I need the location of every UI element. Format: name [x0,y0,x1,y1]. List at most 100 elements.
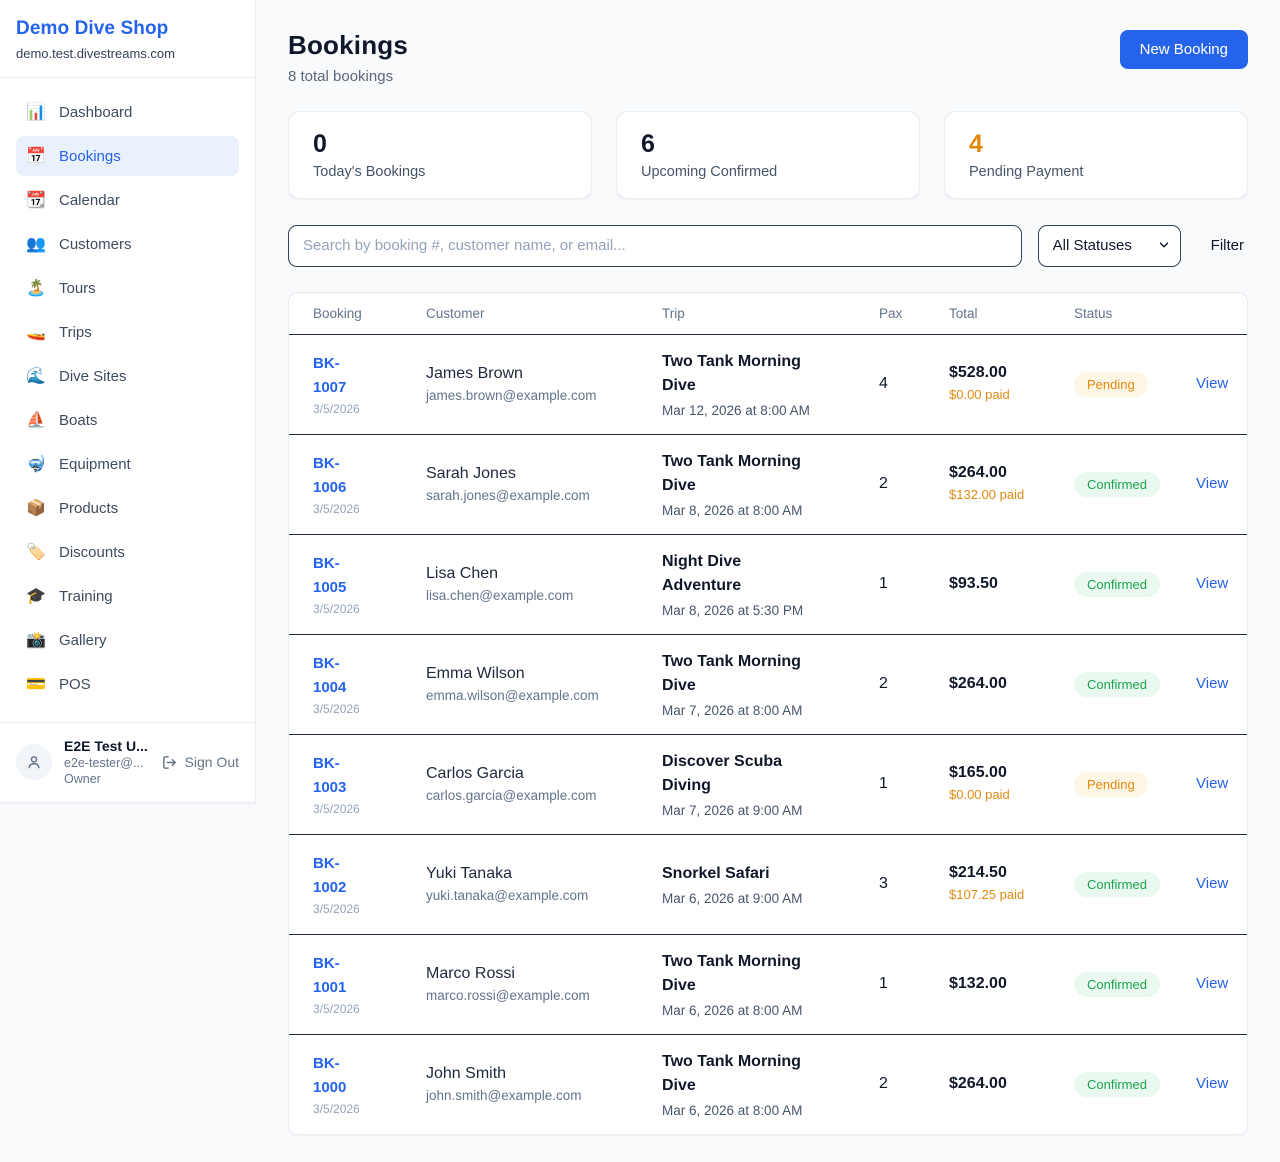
customer-name: Marco Rossi [426,965,662,983]
sidebar-user-footer: E2E Test U... e2e-tester@... Owner Sign … [0,722,255,802]
sign-out-label: Sign Out [185,754,239,770]
sidebar-item-tours[interactable]: 🏝️ Tours [16,268,239,308]
column-header-customer: Customer [426,293,662,334]
table-header-row: Booking Customer Trip Pax Total Status [289,293,1247,334]
stat-card-upcoming-confirmed: 6 Upcoming Confirmed [616,111,920,199]
sidebar-item-bookings[interactable]: 📅 Bookings [16,136,239,176]
pax-count: 2 [879,675,949,693]
view-link[interactable]: View [1196,1075,1228,1092]
customer-email: james.brown@example.com [426,388,662,403]
stat-label: Pending Payment [969,164,1223,180]
sidebar-nav: 📊 Dashboard 📅 Bookings 📆 Calendar 👥 Cust… [0,78,255,722]
booking-id-link[interactable]: BK-1005 [313,552,369,599]
booking-date: 3/5/2026 [313,1102,426,1116]
total-amount: $214.50 [949,864,1074,882]
table-row[interactable]: BK-1004 3/5/2026 Emma Wilson emma.wilson… [289,634,1247,734]
sign-out-button[interactable]: Sign Out [161,754,239,771]
table-row[interactable]: BK-1007 3/5/2026 James Brown james.brown… [289,334,1247,434]
customer-name: Emma Wilson [426,665,662,683]
trip-name: Snorkel Safari [662,862,812,886]
trip-datetime: Mar 7, 2026 at 9:00 AM [662,803,879,818]
booking-id-link[interactable]: BK-1003 [313,752,369,799]
customer-email: sarah.jones@example.com [426,488,662,503]
new-booking-button[interactable]: New Booking [1120,30,1248,69]
view-link[interactable]: View [1196,675,1228,692]
search-input[interactable] [288,225,1022,267]
tours-icon: 🏝️ [26,278,46,298]
trips-icon: 🚤 [26,322,46,342]
total-amount: $264.00 [949,1075,1074,1093]
table-row[interactable]: BK-1002 3/5/2026 Yuki Tanaka yuki.tanaka… [289,834,1247,934]
trip-name: Night Dive Adventure [662,550,812,598]
view-link[interactable]: View [1196,475,1228,492]
user-name: E2E Test U... [64,737,149,755]
sidebar-item-dashboard[interactable]: 📊 Dashboard [16,92,239,132]
person-icon [25,753,43,771]
stat-value: 0 [313,131,567,159]
customer-name: James Brown [426,365,662,383]
table-row[interactable]: BK-1005 3/5/2026 Lisa Chen lisa.chen@exa… [289,534,1247,634]
column-header-status: Status [1074,293,1196,334]
sidebar-item-discounts[interactable]: 🏷️ Discounts [16,532,239,572]
booking-date: 3/5/2026 [313,802,426,816]
customer-email: john.smith@example.com [426,1088,662,1103]
status-filter-select[interactable]: All Statuses [1038,225,1181,267]
status-badge: Confirmed [1074,472,1160,497]
table-row[interactable]: BK-1000 3/5/2026 John Smith john.smith@e… [289,1034,1247,1134]
stats-row: 0 Today's Bookings 6 Upcoming Confirmed … [288,111,1248,199]
filter-bar: All Statuses Filter [288,225,1248,267]
trip-datetime: Mar 8, 2026 at 5:30 PM [662,603,879,618]
column-header-total: Total [949,293,1074,334]
stat-value: 6 [641,131,895,159]
table-row[interactable]: BK-1001 3/5/2026 Marco Rossi marco.rossi… [289,934,1247,1034]
total-amount: $264.00 [949,675,1074,693]
sidebar-item-training[interactable]: 🎓 Training [16,576,239,616]
customer-email: carlos.garcia@example.com [426,788,662,803]
trip-name: Discover Scuba Diving [662,750,812,798]
sidebar-item-equipment[interactable]: 🤿 Equipment [16,444,239,484]
sidebar-item-products[interactable]: 📦 Products [16,488,239,528]
discounts-icon: 🏷️ [26,542,46,562]
booking-id-link[interactable]: BK-1006 [313,452,369,499]
sidebar-item-boats[interactable]: ⛵ Boats [16,400,239,440]
status-badge: Confirmed [1074,1072,1160,1097]
booking-id-link[interactable]: BK-1001 [313,952,369,999]
pax-count: 1 [879,775,949,793]
view-link[interactable]: View [1196,775,1228,792]
user-info: E2E Test U... e2e-tester@... Owner [64,737,149,788]
booking-date: 3/5/2026 [313,902,426,916]
stat-value: 4 [969,131,1223,159]
view-link[interactable]: View [1196,875,1228,892]
user-role: Owner [64,771,149,787]
pax-count: 2 [879,475,949,493]
brand-header: Demo Dive Shop demo.test.divestreams.com [0,0,255,78]
view-link[interactable]: View [1196,575,1228,592]
booking-id-link[interactable]: BK-1000 [313,1052,369,1099]
table-row[interactable]: BK-1003 3/5/2026 Carlos Garcia carlos.ga… [289,734,1247,834]
sidebar-item-customers[interactable]: 👥 Customers [16,224,239,264]
trip-name: Two Tank Morning Dive [662,450,812,498]
paid-amount: $107.25 paid [949,886,1029,904]
pax-count: 4 [879,375,949,393]
training-icon: 🎓 [26,586,46,606]
stat-card-pending-payment: 4 Pending Payment [944,111,1248,199]
sidebar-item-gallery[interactable]: 📸 Gallery [16,620,239,660]
customer-name: Yuki Tanaka [426,865,662,883]
sidebar-item-dive-sites[interactable]: 🌊 Dive Sites [16,356,239,396]
table-row[interactable]: BK-1006 3/5/2026 Sarah Jones sarah.jones… [289,434,1247,534]
column-header-booking: Booking [313,293,426,334]
filter-button[interactable]: Filter [1211,237,1244,254]
booking-id-link[interactable]: BK-1007 [313,352,369,399]
sidebar-item-calendar[interactable]: 📆 Calendar [16,180,239,220]
customer-name: Carlos Garcia [426,765,662,783]
calendar-icon: 📆 [26,190,46,210]
booking-id-link[interactable]: BK-1002 [313,852,369,899]
sidebar-item-trips[interactable]: 🚤 Trips [16,312,239,352]
sign-out-icon [161,754,178,771]
shop-domain: demo.test.divestreams.com [16,46,239,61]
view-link[interactable]: View [1196,375,1228,392]
booking-id-link[interactable]: BK-1004 [313,652,369,699]
sidebar-item-pos[interactable]: 💳 POS [16,664,239,704]
booking-date: 3/5/2026 [313,1002,426,1016]
view-link[interactable]: View [1196,975,1228,992]
